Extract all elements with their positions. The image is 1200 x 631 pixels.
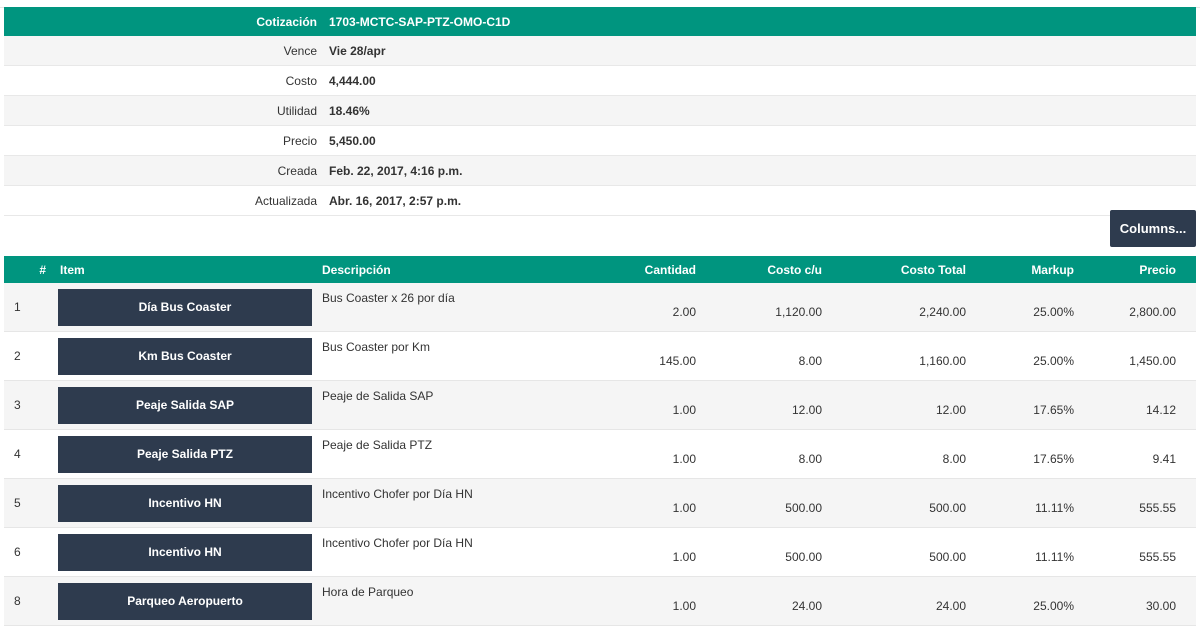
row-cantidad: 1.00 [672, 501, 696, 515]
header-descripcion[interactable]: Descripción [316, 263, 618, 277]
row-markup: 11.11% [1035, 501, 1074, 515]
summary-value: 4,444.00 [329, 73, 376, 88]
row-precio: 9.41 [1152, 452, 1176, 466]
summary-label: Actualizada [254, 193, 317, 208]
row-costo-cu: 24.00 [791, 599, 822, 613]
row-num: 1 [14, 300, 21, 314]
row-cantidad: 2.00 [672, 305, 696, 319]
row-costo-cu: 500.00 [785, 550, 822, 564]
summary-value: 5,450.00 [329, 133, 376, 148]
row-cantidad: 145.00 [659, 354, 696, 368]
row-markup: 11.11% [1035, 550, 1074, 564]
table-row: 2 Km Bus Coaster Bus Coaster por Km 145.… [4, 332, 1196, 381]
table-row: 3 Peaje Salida SAP Peaje de Salida SAP 1… [4, 381, 1196, 430]
item-button[interactable]: Peaje Salida PTZ [58, 435, 312, 473]
summary-row-actualizada: Actualizada Abr. 16, 2017, 2:57 p.m. [4, 186, 1196, 216]
row-num: 5 [14, 496, 21, 510]
row-precio: 2,800.00 [1129, 305, 1176, 319]
row-descripcion: Hora de Parqueo [322, 585, 414, 599]
row-markup: 17.65% [1033, 403, 1074, 417]
item-button[interactable]: Día Bus Coaster [58, 288, 312, 326]
row-markup: 25.00% [1033, 305, 1074, 319]
summary-label: Costo [285, 73, 317, 88]
row-costo-total: 2,240.00 [919, 305, 966, 319]
header-precio[interactable]: Precio [1076, 263, 1186, 277]
summary-row-costo: Costo 4,444.00 [4, 66, 1196, 96]
row-num: 6 [14, 545, 21, 559]
row-costo-total: 1,160.00 [919, 354, 966, 368]
row-costo-total: 12.00 [935, 403, 966, 417]
header-cantidad[interactable]: Cantidad [618, 263, 698, 277]
header-num[interactable]: # [4, 263, 54, 277]
header-markup[interactable]: Markup [968, 263, 1076, 277]
summary-value: 18.46% [329, 103, 370, 118]
row-descripcion: Bus Coaster x 26 por día [322, 291, 455, 305]
table-row: 4 Peaje Salida PTZ Peaje de Salida PTZ 1… [4, 430, 1196, 479]
row-num: 8 [14, 594, 21, 608]
row-markup: 17.65% [1033, 452, 1074, 466]
row-descripcion: Incentivo Chofer por Día HN [322, 487, 473, 501]
row-costo-total: 500.00 [929, 501, 966, 515]
header-costo-total[interactable]: Costo Total [824, 263, 968, 277]
item-button[interactable]: Peaje Salida SAP [58, 386, 312, 424]
quote-summary: Cotización 1703-MCTC-SAP-PTZ-OMO-C1D Ven… [4, 7, 1196, 216]
items-table: # Item Descripción Cantidad Costo c/u Co… [4, 256, 1196, 626]
row-num: 2 [14, 349, 21, 363]
header-item[interactable]: Item [54, 263, 316, 277]
table-row: 5 Incentivo HN Incentivo Chofer por Día … [4, 479, 1196, 528]
columns-button[interactable]: Columns... [1110, 210, 1196, 247]
table-row: 8 Parqueo Aeropuerto Hora de Parqueo 1.0… [4, 577, 1196, 626]
row-precio: 555.55 [1139, 501, 1176, 515]
row-costo-total: 24.00 [935, 599, 966, 613]
table-row: 1 Día Bus Coaster Bus Coaster x 26 por d… [4, 283, 1196, 332]
row-costo-cu: 12.00 [791, 403, 822, 417]
summary-label: Utilidad [276, 103, 317, 118]
row-costo-total: 8.00 [942, 452, 966, 466]
summary-label: Creada [277, 163, 317, 178]
cotizacion-label: Cotización [256, 14, 317, 29]
summary-row-utilidad: Utilidad 18.46% [4, 96, 1196, 126]
row-cantidad: 1.00 [672, 550, 696, 564]
header-costo-cu[interactable]: Costo c/u [698, 263, 824, 277]
row-costo-cu: 500.00 [785, 501, 822, 515]
row-cantidad: 1.00 [672, 452, 696, 466]
row-markup: 25.00% [1033, 354, 1074, 368]
summary-row-vence: Vence Vie 28/apr [4, 36, 1196, 66]
table-row: 6 Incentivo HN Incentivo Chofer por Día … [4, 528, 1196, 577]
row-precio: 30.00 [1145, 599, 1176, 613]
row-num: 4 [14, 447, 21, 461]
row-costo-cu: 8.00 [798, 354, 822, 368]
row-precio: 555.55 [1139, 550, 1176, 564]
summary-value: Vie 28/apr [329, 43, 386, 58]
item-button[interactable]: Incentivo HN [58, 533, 312, 571]
item-button[interactable]: Km Bus Coaster [58, 337, 312, 375]
item-button[interactable]: Incentivo HN [58, 484, 312, 522]
row-costo-cu: 1,120.00 [775, 305, 822, 319]
row-precio: 1,450.00 [1129, 354, 1176, 368]
summary-label: Precio [282, 133, 317, 148]
summary-label: Vence [283, 43, 317, 58]
row-markup: 25.00% [1033, 599, 1074, 613]
row-cantidad: 1.00 [672, 599, 696, 613]
row-precio: 14.12 [1145, 403, 1176, 417]
row-descripcion: Peaje de Salida PTZ [322, 438, 433, 452]
item-button[interactable]: Parqueo Aeropuerto [58, 582, 312, 620]
row-num: 3 [14, 398, 21, 412]
summary-value: Feb. 22, 2017, 4:16 p.m. [329, 163, 463, 178]
cotizacion-value: 1703-MCTC-SAP-PTZ-OMO-C1D [329, 14, 511, 29]
summary-row-precio: Precio 5,450.00 [4, 126, 1196, 156]
row-descripcion: Bus Coaster por Km [322, 340, 431, 354]
row-cantidad: 1.00 [672, 403, 696, 417]
summary-value: Abr. 16, 2017, 2:57 p.m. [329, 193, 462, 208]
summary-header-row: Cotización 1703-MCTC-SAP-PTZ-OMO-C1D [4, 7, 1196, 36]
summary-row-creada: Creada Feb. 22, 2017, 4:16 p.m. [4, 156, 1196, 186]
table-header: # Item Descripción Cantidad Costo c/u Co… [4, 256, 1196, 283]
row-costo-cu: 8.00 [798, 452, 822, 466]
row-descripcion: Incentivo Chofer por Día HN [322, 536, 473, 550]
row-costo-total: 500.00 [929, 550, 966, 564]
row-descripcion: Peaje de Salida SAP [322, 389, 434, 403]
